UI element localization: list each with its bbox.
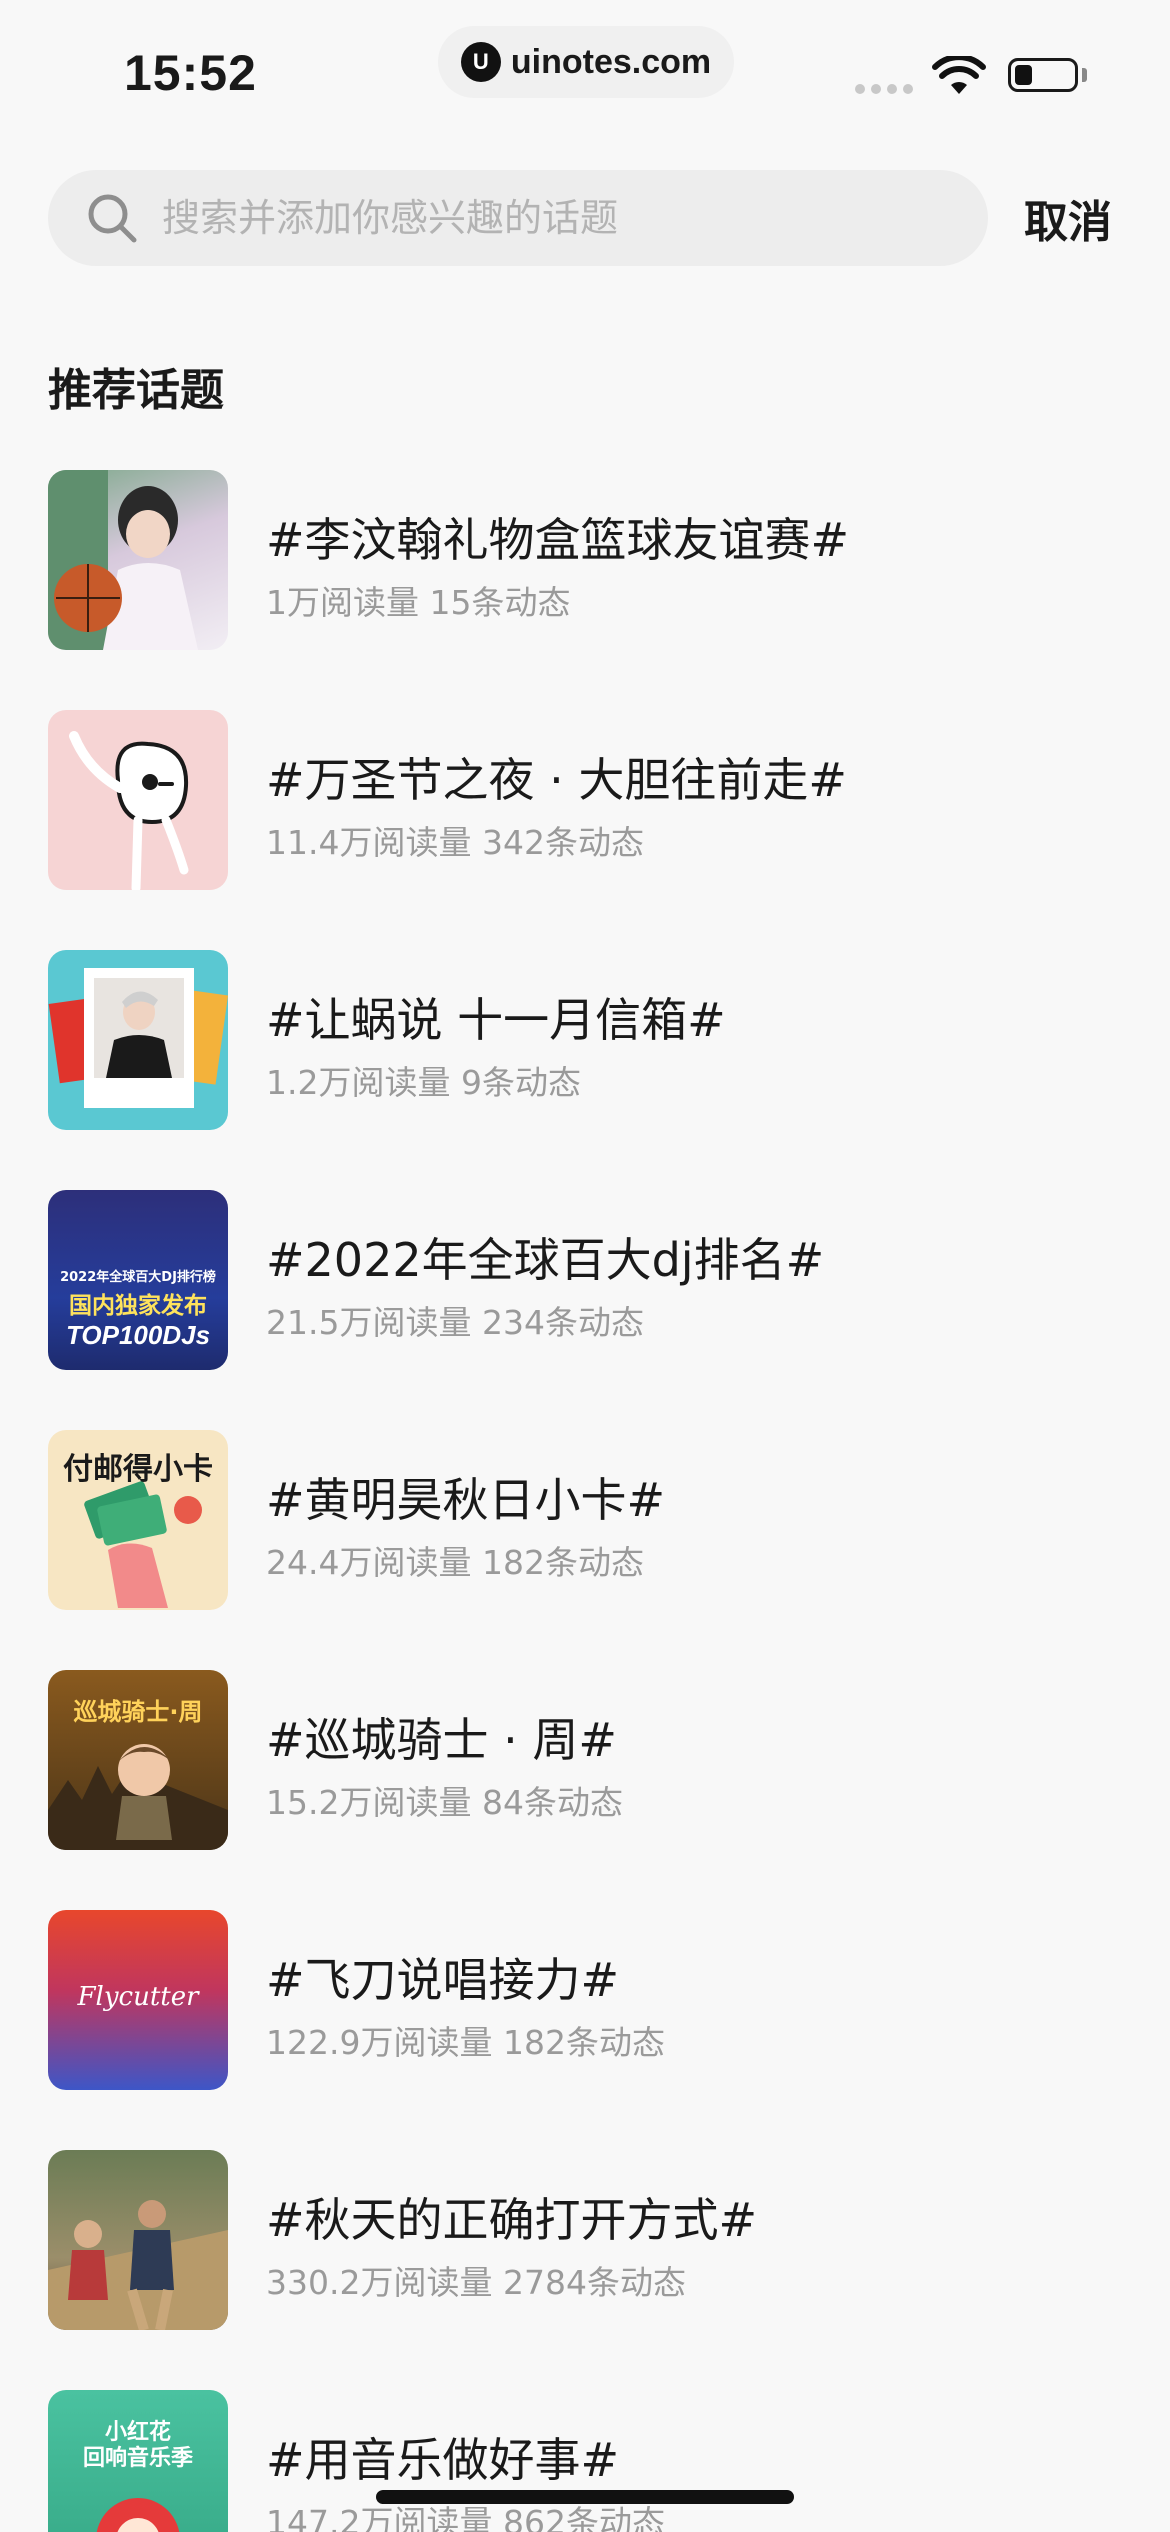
url-pill[interactable]: U uinotes.com (438, 26, 734, 98)
topic-title: #李汶翰礼物盒篮球友谊赛# (266, 513, 850, 567)
topic-item[interactable]: #让蜗说 十一月信箱# 1.2万阅读量 9条动态 (0, 950, 1170, 1130)
topic-title: #2022年全球百大dj排名# (266, 1233, 825, 1287)
topic-title: #巡城骑士 · 周# (266, 1713, 617, 1767)
topic-title: #用音乐做好事# (266, 2433, 620, 2487)
topic-item[interactable]: 巡城骑士·周 #巡城骑士 · 周# 15.2万阅读量 84条动态 (0, 1670, 1170, 1850)
topic-thumbnail (48, 950, 228, 1130)
thumbnail-caption: TOP100DJs (65, 1320, 211, 1350)
topic-stats: 1万阅读量 15条动态 (266, 583, 571, 622)
url-text: uinotes.com (510, 42, 712, 81)
cancel-button[interactable]: 取消 (1024, 186, 1112, 250)
topic-stats: 11.4万阅读量 342条动态 (266, 823, 644, 862)
topic-search-page: 15:52 U uinotes.com 取消 推荐话题 (0, 0, 1170, 2532)
topic-item[interactable]: 小红花 回响音乐季 #用音乐做好事# 147.2万阅读量 862条动态 (0, 2390, 1170, 2532)
home-indicator[interactable] (376, 2490, 794, 2504)
status-bar: 15:52 U uinotes.com (0, 0, 1170, 130)
topic-title: #黄明昊秋日小卡# (266, 1473, 666, 1527)
topic-title: #让蜗说 十一月信箱# (266, 993, 726, 1047)
topic-title: #万圣节之夜 · 大胆往前走# (266, 753, 847, 807)
thumbnail-caption: 2022年全球百大DJ排行榜 (60, 1270, 216, 1285)
thumbnail-caption: 巡城骑士·周 (73, 1698, 203, 1726)
topic-thumbnail (48, 470, 228, 650)
topic-stats: 1.2万阅读量 9条动态 (266, 1063, 581, 1102)
status-time: 15:52 (124, 45, 257, 101)
thumbnail-caption: Flycutter (77, 1982, 199, 2012)
topic-thumbnail: Flycutter (48, 1910, 228, 2090)
topic-item[interactable]: #万圣节之夜 · 大胆往前走# 11.4万阅读量 342条动态 (0, 710, 1170, 890)
topic-item[interactable]: Flycutter #飞刀说唱接力# 122.9万阅读量 182条动态 (0, 1910, 1170, 2090)
topic-thumbnail: 付邮得小卡 (48, 1430, 228, 1610)
topic-item[interactable]: 付邮得小卡 #黄明昊秋日小卡# 24.4万阅读量 182条动态 (0, 1430, 1170, 1610)
thumbnail-caption: 国内独家发布 (69, 1293, 207, 1319)
battery-fill (1015, 65, 1032, 85)
topic-thumbnail (48, 2150, 228, 2330)
topic-stats: 122.9万阅读量 182条动态 (266, 2023, 665, 2062)
topic-title: #秋天的正确打开方式# (266, 2193, 758, 2247)
section-title: 推荐话题 (48, 365, 224, 416)
topic-thumbnail (48, 710, 228, 890)
site-logo-icon: U (460, 42, 501, 82)
topic-stats: 21.5万阅读量 234条动态 (266, 1303, 644, 1342)
topic-thumbnail: 2022年全球百大DJ排行榜 国内独家发布 TOP100DJs (48, 1190, 228, 1370)
topic-thumbnail: 小红花 回响音乐季 (48, 2390, 228, 2532)
topic-stats: 15.2万阅读量 84条动态 (266, 1783, 623, 1822)
search-bar[interactable] (48, 170, 988, 266)
battery-cap (1082, 68, 1087, 82)
topic-stats: 330.2万阅读量 2784条动态 (266, 2263, 686, 2302)
topic-title: #飞刀说唱接力# (266, 1953, 620, 2007)
topic-item[interactable]: #李汶翰礼物盒篮球友谊赛# 1万阅读量 15条动态 (0, 470, 1170, 650)
search-input[interactable] (160, 195, 944, 241)
topic-item[interactable]: 2022年全球百大DJ排行榜 国内独家发布 TOP100DJs #2022年全球… (0, 1190, 1170, 1370)
topic-stats: 24.4万阅读量 182条动态 (266, 1543, 644, 1582)
cellular-signal-icon (855, 84, 913, 94)
search-icon (88, 194, 137, 243)
battery-icon (1008, 58, 1078, 92)
wifi-icon (932, 56, 986, 94)
topic-thumbnail: 巡城骑士·周 (48, 1670, 228, 1850)
topic-item[interactable]: #秋天的正确打开方式# 330.2万阅读量 2784条动态 (0, 2150, 1170, 2330)
